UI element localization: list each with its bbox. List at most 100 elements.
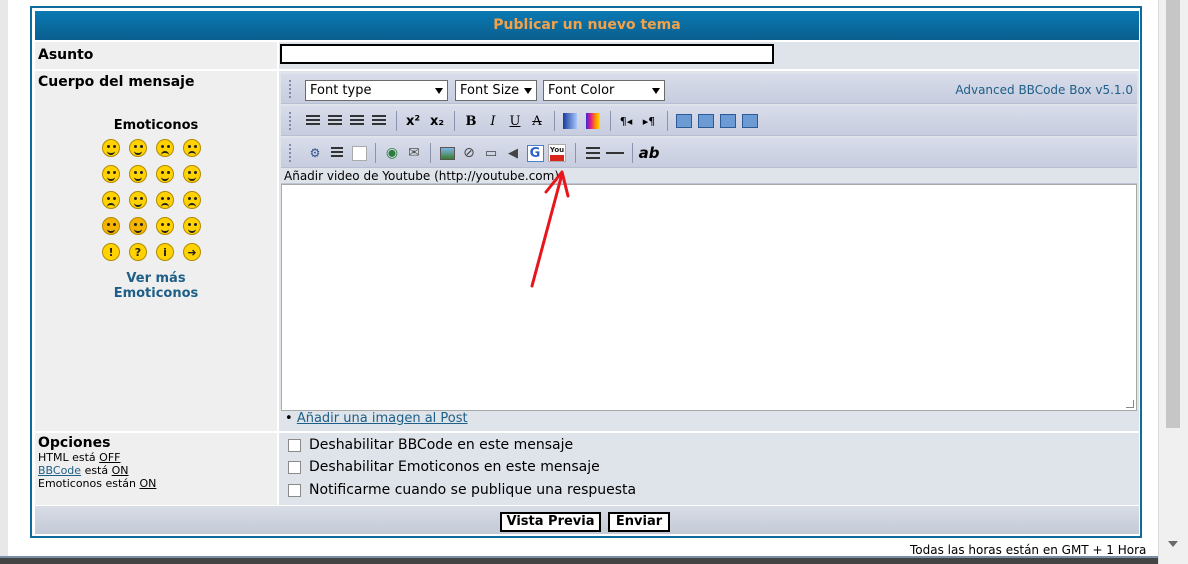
mad-icon[interactable] (102, 191, 120, 209)
subject-label-cell: Asunto (35, 42, 277, 69)
superscript-icon[interactable]: x² (403, 111, 423, 131)
align-center-icon[interactable] (325, 111, 345, 131)
toolbar-separator (430, 143, 431, 163)
padding-icon[interactable] (740, 111, 760, 131)
twisted-icon[interactable] (129, 217, 147, 235)
scrollbar-thumb[interactable] (1166, 0, 1180, 428)
web-icon[interactable]: ◉ (382, 143, 402, 163)
toolbar-row-insert: ⚙ ◉ ✉ ⊘ ▭ ◀ G You ab (281, 138, 1137, 168)
rainbow-icon[interactable] (583, 111, 603, 131)
underline-icon[interactable]: U (505, 111, 525, 131)
options-title: Opciones (38, 435, 111, 451)
bbcode-status-label: está (84, 464, 109, 477)
emoticons-status-value: ON (139, 477, 157, 490)
bbcode-link[interactable]: BBCode (38, 464, 81, 477)
list-icon[interactable] (583, 143, 603, 163)
exclaim-icon[interactable]: ! (102, 243, 120, 261)
bbcode-status: BBCode está ON (38, 464, 129, 477)
outdent-icon[interactable] (696, 111, 716, 131)
window-bottom-edge (0, 556, 1158, 564)
image-icon[interactable] (437, 143, 457, 163)
sad-icon[interactable] (156, 139, 174, 157)
align-left-icon[interactable] (303, 111, 323, 131)
idea-icon[interactable]: i (156, 243, 174, 261)
font-type-select[interactable]: Font type (305, 80, 448, 101)
disable-emoticons-checkbox[interactable] (288, 460, 301, 474)
youtube-icon[interactable]: You (547, 143, 567, 163)
page-title: Publicar un nuevo tema (35, 11, 1139, 40)
subject-label: Asunto (38, 47, 94, 63)
submit-button[interactable]: Enviar (608, 512, 670, 532)
preview-button[interactable]: Vista Previa (500, 512, 601, 532)
rolleyes-icon[interactable] (156, 217, 174, 235)
font-icon[interactable]: ab (639, 143, 660, 163)
italic-icon[interactable]: I (483, 111, 503, 131)
subscript-icon[interactable]: x₂ (427, 111, 447, 131)
video-icon[interactable]: ▭ (481, 143, 501, 163)
indent-icon[interactable] (674, 111, 694, 131)
strikethrough-icon[interactable]: A (527, 111, 547, 131)
chevron-down-icon (652, 88, 660, 94)
question-icon[interactable]: ? (129, 243, 147, 261)
notify-reply-option[interactable]: Notificarme cuando se publique una respu… (288, 482, 636, 498)
laugh-icon[interactable] (183, 165, 201, 183)
quote-icon[interactable] (327, 143, 347, 163)
html-status-value: OFF (99, 451, 121, 464)
smile-icon[interactable] (129, 139, 147, 157)
embarrassed-icon[interactable] (156, 191, 174, 209)
bbcode-status-value: ON (111, 464, 129, 477)
toolbar-row-format: x² x₂ B I U A ¶◂ ▸¶ (281, 106, 1137, 136)
eek-icon[interactable] (102, 165, 120, 183)
wink-icon[interactable] (183, 217, 201, 235)
toolbar-separator (396, 111, 397, 131)
emoticons-title: Emoticonos (113, 118, 199, 133)
spoiler-icon[interactable] (349, 143, 369, 163)
disable-bbcode-checkbox[interactable] (288, 438, 301, 452)
code-icon[interactable]: ⚙ (305, 143, 325, 163)
font-color-select[interactable]: Font Color (543, 80, 665, 101)
subject-input[interactable] (280, 44, 774, 64)
flash-icon[interactable]: ⊘ (459, 143, 479, 163)
confused-icon[interactable] (129, 165, 147, 183)
grin-icon[interactable] (102, 139, 120, 157)
align-right-icon[interactable] (347, 111, 367, 131)
more-emoticons-line2: Emoticonos (113, 286, 199, 301)
toolbar-grip (289, 112, 291, 130)
toolbar-separator (375, 143, 376, 163)
margin-icon[interactable] (718, 111, 738, 131)
font-size-select[interactable]: Font Size (455, 80, 537, 101)
align-justify-icon[interactable] (369, 111, 389, 131)
hr-icon[interactable] (605, 143, 625, 163)
disable-emoticons-option[interactable]: Deshabilitar Emoticonos en este mensaje (288, 459, 600, 475)
cry-icon[interactable] (183, 191, 201, 209)
scroll-down-arrow-icon[interactable] (1168, 541, 1178, 547)
sound-icon[interactable]: ◀ (503, 143, 523, 163)
google-icon[interactable]: G (525, 143, 545, 163)
html-status: HTML está OFF (38, 451, 120, 464)
email-icon[interactable]: ✉ (404, 143, 424, 163)
add-image-link[interactable]: Añadir una imagen al Post (297, 411, 468, 426)
bold-icon[interactable]: B (461, 111, 481, 131)
message-body-textarea[interactable] (281, 184, 1137, 411)
resize-handle[interactable] (1126, 400, 1134, 408)
razz-icon[interactable] (129, 191, 147, 209)
vertical-scrollbar[interactable] (1158, 0, 1188, 564)
arrow-icon[interactable]: ➜ (183, 243, 201, 261)
post-form-panel: Publicar un nuevo tema Asunto Cuerpo del… (30, 6, 1142, 538)
ltr-icon[interactable]: ▸¶ (639, 111, 659, 131)
evil-icon[interactable] (102, 217, 120, 235)
disable-bbcode-label: Deshabilitar BBCode en este mensaje (309, 437, 574, 453)
window-edge (0, 0, 8, 564)
notify-reply-checkbox[interactable] (288, 483, 301, 497)
more-emoticons-link[interactable]: Ver más Emoticonos (35, 271, 277, 301)
toolbar-row-fonts: Font type Font Size Font Color Advanced … (281, 74, 1137, 104)
bbcode-box-version: Advanced BBCode Box v5.1.0 (955, 83, 1133, 97)
more-emoticons-line1: Ver más (126, 271, 186, 286)
toolbar-status-help: Añadir video de Youtube (http://youtube.… (281, 168, 1137, 184)
cool-icon[interactable] (156, 165, 174, 183)
disable-bbcode-option[interactable]: Deshabilitar BBCode en este mensaje (288, 437, 573, 453)
surprised-icon[interactable] (183, 139, 201, 157)
rtl-icon[interactable]: ¶◂ (616, 111, 636, 131)
emoticons-status-label: Emoticonos están (38, 477, 136, 490)
gradient-icon[interactable] (560, 111, 580, 131)
